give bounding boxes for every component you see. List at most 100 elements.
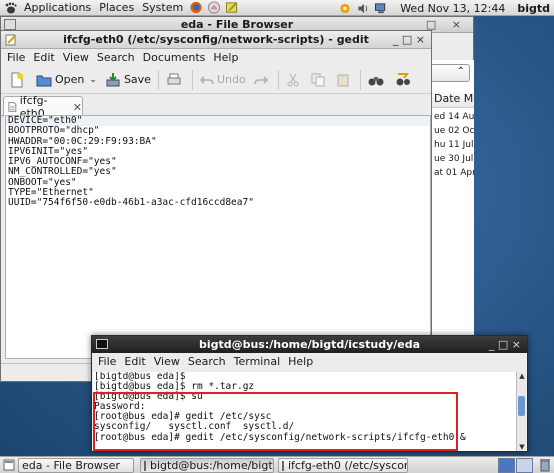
menu-file[interactable]: File xyxy=(3,51,29,64)
terminal-line: [bigtd@bus eda]$ su xyxy=(94,391,203,403)
location-combo[interactable]: ⌃ xyxy=(430,64,470,82)
terminal-app-icon[interactable] xyxy=(96,339,108,349)
text-editor-icon[interactable] xyxy=(225,1,239,14)
window-controls[interactable]: _ □ × xyxy=(393,31,425,49)
toolbar-separator xyxy=(359,69,361,90)
close-tab-icon[interactable]: ✕ xyxy=(73,101,82,114)
toolbar-separator xyxy=(157,69,159,90)
network-icon[interactable] xyxy=(374,2,388,15)
top-panel: Applications Places System Wed Nov 13, 1… xyxy=(0,0,554,16)
clock[interactable]: Wed Nov 13, 12:44 xyxy=(396,2,509,15)
menu-help[interactable]: Help xyxy=(209,51,242,64)
open-button[interactable]: Open ⌄ xyxy=(32,68,101,92)
menu-view[interactable]: View xyxy=(59,51,93,64)
menu-view[interactable]: View xyxy=(150,355,184,368)
task-gedit[interactable]: ifcfg-eth0 (/etc/syscon... xyxy=(278,458,408,473)
terminal-line: [root@bus eda]# gedit /etc/sysconfig/net… xyxy=(94,431,466,443)
user-menu[interactable]: bigtd xyxy=(509,2,554,15)
task-file-browser[interactable]: eda - File Browser xyxy=(18,458,134,473)
gedit-titlebar[interactable]: ifcfg-eth0 (/etc/sysconfig/network-scrip… xyxy=(1,31,431,49)
menu-search[interactable]: Search xyxy=(184,355,230,368)
task-label: ifcfg-eth0 (/etc/syscon... xyxy=(288,459,407,472)
redo-button[interactable] xyxy=(250,68,275,92)
save-button[interactable]: Save xyxy=(101,68,155,92)
find-button[interactable] xyxy=(364,68,391,92)
new-document-button[interactable] xyxy=(5,68,32,92)
undo-button[interactable]: Undo xyxy=(196,68,250,92)
window-controls[interactable]: _ □ × xyxy=(489,336,521,353)
toolbar-separator xyxy=(277,69,279,90)
system-menu[interactable]: System xyxy=(138,1,187,14)
menu-terminal[interactable]: Terminal xyxy=(230,355,285,368)
gedit-window: ifcfg-eth0 (/etc/sysconfig/network-scrip… xyxy=(0,30,432,382)
terminal-icon xyxy=(144,460,146,471)
print-icon xyxy=(167,73,181,84)
file-date: ed 14 Aug 2 xyxy=(434,112,474,122)
mail-icon[interactable] xyxy=(207,1,221,14)
task-label: bigtd@bus:/home/bigt... xyxy=(150,459,274,472)
text-editor-area[interactable]: DEVICE="eth0" BOOTPROTO="dhcp" HWADDR="0… xyxy=(5,115,431,359)
workspace-switcher[interactable] xyxy=(498,458,534,473)
trash-icon[interactable] xyxy=(538,458,552,472)
applications-menu[interactable]: Applications xyxy=(20,1,95,14)
terminal-title: bigtd@bus:/home/bigtd/icstudy/eda xyxy=(198,338,421,351)
scroll-up-icon[interactable]: ▲ xyxy=(517,372,527,380)
places-menu[interactable]: Places xyxy=(95,1,138,14)
workspace-2[interactable] xyxy=(516,458,533,473)
copy-icon xyxy=(311,73,325,86)
terminal-window: bigtd@bus:/home/bigtd/icstudy/eda _ □ × … xyxy=(91,335,528,452)
undo-label: Undo xyxy=(216,73,246,86)
terminal-titlebar[interactable]: bigtd@bus:/home/bigtd/icstudy/eda _ □ × xyxy=(92,336,527,353)
chevron-down-icon[interactable]: ⌄ xyxy=(89,75,97,85)
document-tabs: ifcfg-eth0 ✕ xyxy=(1,94,431,120)
gnome-foot-icon xyxy=(5,2,17,13)
cut-icon xyxy=(287,73,299,86)
file-date: ue 30 Jul 201 xyxy=(434,154,474,164)
chevron-down-icon: ⌃ xyxy=(456,66,465,77)
find-replace-button[interactable] xyxy=(391,68,418,92)
undo-icon xyxy=(199,75,214,84)
firefox-icon[interactable] xyxy=(189,1,203,14)
tab-ifcfg-eth0[interactable]: ifcfg-eth0 ✕ xyxy=(3,94,83,120)
save-label: Save xyxy=(123,73,151,86)
menu-edit[interactable]: Edit xyxy=(120,355,149,368)
menu-documents[interactable]: Documents xyxy=(139,51,210,64)
new-document-icon xyxy=(11,72,23,87)
task-label: eda - File Browser xyxy=(22,459,120,472)
copy-button[interactable] xyxy=(307,68,332,92)
scroll-thumb[interactable] xyxy=(518,396,525,416)
find-replace-icon xyxy=(396,72,410,85)
menu-edit[interactable]: Edit xyxy=(29,51,58,64)
gedit-toolbar: Open ⌄ Save Undo xyxy=(1,66,431,94)
paste-icon xyxy=(337,73,349,86)
show-desktop-icon[interactable] xyxy=(3,459,15,471)
gedit-title: ifcfg-eth0 (/etc/sysconfig/network-scrip… xyxy=(63,33,369,46)
update-notifier-icon[interactable] xyxy=(338,2,352,15)
terminal-menubar: File Edit View Search Terminal Help xyxy=(92,353,527,370)
volume-icon[interactable] xyxy=(356,2,370,15)
file-date: hu 11 Jul 20 xyxy=(434,140,474,150)
paste-button[interactable] xyxy=(332,68,357,92)
folder-open-icon xyxy=(36,75,52,86)
redo-icon xyxy=(253,75,268,84)
task-terminal[interactable]: bigtd@bus:/home/bigt... xyxy=(140,458,274,473)
scroll-down-icon[interactable]: ▼ xyxy=(517,443,527,451)
menu-search[interactable]: Search xyxy=(93,51,139,64)
toolbar-separator xyxy=(191,69,193,90)
menu-help[interactable]: Help xyxy=(284,355,317,368)
bottom-taskbar: eda - File Browser bigtd@bus:/home/bigt.… xyxy=(0,456,554,473)
window-menu-icon[interactable] xyxy=(4,19,16,30)
terminal-output[interactable]: [bigtd@bus eda]$ [bigtd@bus eda]$ rm *.t… xyxy=(93,372,518,451)
gedit-menubar: File Edit View Search Documents Help xyxy=(1,49,431,66)
terminal-scrollbar[interactable]: ▲ ▼ xyxy=(516,372,526,451)
text-file-icon xyxy=(8,102,17,112)
cut-button[interactable] xyxy=(282,68,307,92)
workspace-1[interactable] xyxy=(498,458,515,473)
print-button[interactable] xyxy=(162,68,189,92)
gedit-app-icon[interactable] xyxy=(5,34,17,46)
file-date: ue 02 Oct 20 xyxy=(434,126,474,136)
open-label: Open xyxy=(55,73,85,86)
menu-file[interactable]: File xyxy=(94,355,120,368)
file-date: at 01 Apr 20 xyxy=(434,168,474,178)
date-modified-column-header[interactable]: Date Modified xyxy=(432,92,474,108)
